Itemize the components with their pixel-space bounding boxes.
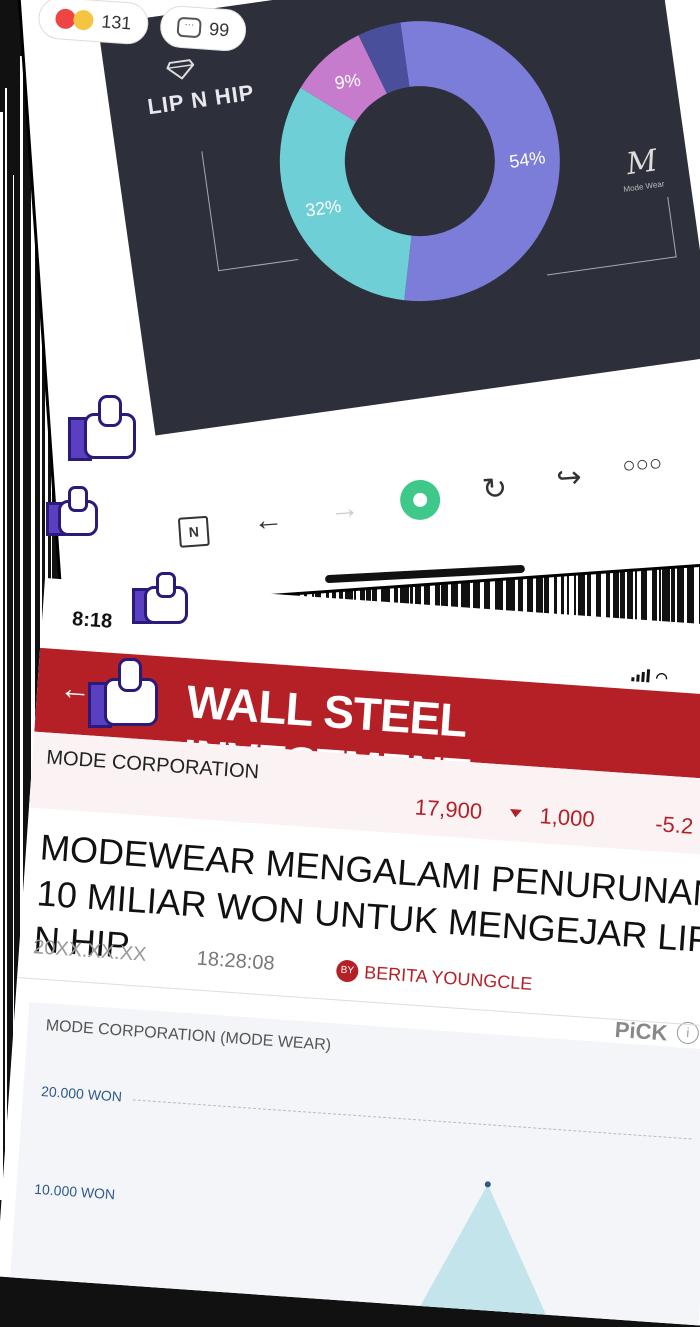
status-icons: ◠: [631, 667, 668, 686]
comment-button[interactable]: ··· 99: [158, 4, 248, 53]
ticker-price: 17,900: [414, 794, 483, 825]
wifi-icon: ◠: [655, 668, 669, 686]
y-label-10000: 10.000 WON: [33, 1180, 116, 1203]
emoji-reaction-button[interactable]: 131: [37, 0, 150, 46]
thumbs-up-icon: [68, 395, 136, 461]
stock-chart-title: MODE CORPORATION (MODE WEAR): [45, 1017, 332, 1055]
comment-bubble-icon: ···: [176, 16, 202, 39]
signal-icon: [631, 667, 651, 683]
back-arrow-icon[interactable]: ←: [247, 499, 290, 542]
donut-chart: 54%32%9%: [279, 21, 560, 302]
down-caret-icon: [509, 809, 522, 818]
presentation-slide: LIP N HIP 54% 32% 9% M Mode Wear: [97, 0, 700, 436]
status-time: 8:18: [71, 608, 113, 633]
more-icon[interactable]: ○○○: [621, 443, 664, 486]
emoji-count: 131: [100, 10, 133, 33]
refresh-icon[interactable]: ↻: [473, 467, 516, 510]
donut-slice-label: 9%: [333, 70, 362, 93]
share-icon[interactable]: ↪: [548, 456, 591, 499]
n-icon[interactable]: N: [172, 510, 215, 553]
stock-chart-panel: MODE CORPORATION (MODE WEAR) 20.000 WON …: [8, 1001, 700, 1327]
thumbs-up-icon: [88, 658, 158, 728]
mode-wear-logo: M: [624, 143, 660, 183]
y-label-20000: 20.000 WON: [40, 1083, 123, 1105]
ticker-change: 1,000: [538, 803, 596, 832]
speed-line: [5, 88, 7, 1200]
lip-n-hip-logo: LIP N HIP: [145, 79, 256, 120]
source-logo-icon: BY: [335, 959, 360, 983]
home-ball-icon[interactable]: [398, 478, 442, 522]
ticker-percent: -5.2: [654, 811, 695, 839]
comment-count: 99: [208, 18, 230, 40]
wow-emoji-icon: [72, 9, 95, 31]
ticker-company: MODE CORPORATION: [45, 746, 260, 784]
thumbs-up-icon: [46, 486, 98, 536]
forward-arrow-icon[interactable]: →: [323, 488, 366, 531]
diamond-logo-icon: [166, 59, 195, 80]
grid-line: [132, 1099, 692, 1140]
stock-line: [407, 1181, 558, 1327]
speed-line: [0, 112, 3, 1200]
thumbs-up-icon: [132, 572, 188, 624]
